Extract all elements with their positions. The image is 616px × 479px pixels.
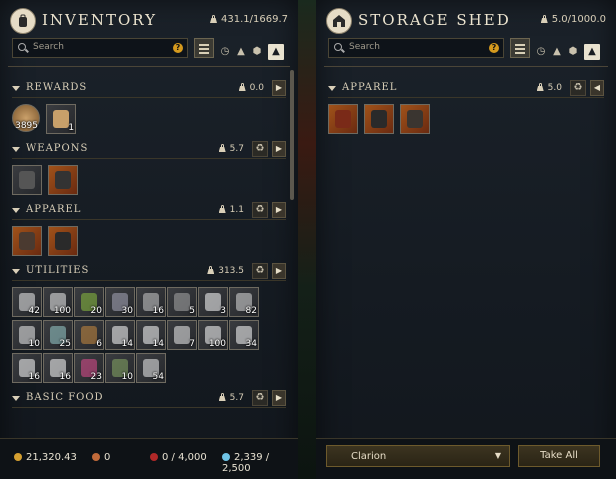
sort-time-icon[interactable]: ◷	[536, 46, 546, 57]
item-slot[interactable]: 25	[43, 320, 73, 350]
storage-panel: STORAGE SHED 5.0/1000.0 Search ? ◷ ▲ ⬢ ▲ AP…	[316, 0, 616, 479]
azoth-icon	[150, 453, 158, 461]
item-icon	[174, 326, 190, 344]
faction-token-count: 0	[92, 452, 110, 463]
sort-time-icon[interactable]: ◷	[220, 46, 230, 57]
weight-icon	[210, 15, 217, 23]
weight-icon	[541, 15, 548, 23]
item-slot[interactable]	[364, 104, 395, 134]
item-slot[interactable]: 54	[136, 353, 166, 383]
item-slot[interactable]	[328, 104, 358, 134]
item-slot[interactable]: 42	[12, 287, 42, 317]
item-slot[interactable]	[400, 104, 431, 134]
inventory-list: REWARDS 0.0 ▶ 3895 1 WEAPONS 5.7 ♻ ▶ APP…	[12, 76, 286, 408]
azoth-count: 0 / 4,000	[150, 452, 207, 463]
item-slot[interactable]: 100	[43, 287, 73, 317]
sort-tier-icon[interactable]: ▲	[584, 43, 600, 60]
help-icon[interactable]: ?	[173, 43, 183, 53]
storage-weight: 5.0/1000.0	[541, 14, 606, 25]
category-expand-button[interactable]: ▶	[272, 263, 286, 279]
location-select[interactable]: Clarion ▼	[326, 445, 510, 467]
item-slot[interactable]	[48, 165, 79, 195]
item-slot[interactable]: 16	[12, 353, 42, 383]
item-slot[interactable]: 34	[229, 320, 259, 350]
inventory-panel: INVENTORY 431.1/1669.7 Search ? ◷ ▲ ⬢ ▲ REW…	[0, 0, 298, 479]
inventory-title: INVENTORY	[42, 11, 157, 29]
category-expand-button[interactable]: ▶	[272, 202, 286, 218]
category-expand-button[interactable]: ▶	[272, 141, 286, 157]
inventory-search-input[interactable]: Search ?	[12, 38, 188, 58]
sort-gearscore-icon[interactable]: ⬢	[252, 46, 262, 57]
inventory-header: INVENTORY 431.1/1669.7	[8, 6, 290, 36]
salvage-icon[interactable]: ♻	[252, 202, 268, 218]
storage-search-input[interactable]: Search ?	[328, 38, 504, 58]
category-expand-button[interactable]: ▶	[272, 390, 286, 406]
category-rewards[interactable]: REWARDS 0.0 ▶	[12, 80, 286, 98]
sort-weight-icon[interactable]: ▲	[552, 46, 562, 57]
item-slot[interactable]	[12, 226, 42, 256]
storage-list: APPAREL 5.0 ♻ ◀	[328, 76, 604, 137]
sort-weight-icon[interactable]: ▲	[236, 46, 246, 57]
category-apparel[interactable]: APPAREL 1.1 ♻ ▶	[12, 202, 286, 220]
item-slot[interactable]: 23	[74, 353, 104, 383]
storage-header: STORAGE SHED 5.0/1000.0	[324, 6, 608, 36]
item-slot[interactable]: 7	[167, 320, 197, 350]
gem-icon	[222, 453, 230, 461]
gem-count: 2,339 / 2,500	[222, 452, 270, 474]
item-slot[interactable]: 6	[74, 320, 104, 350]
faction-token-icon	[92, 453, 100, 461]
coin-count: 21,320.43	[14, 452, 77, 463]
take-all-button[interactable]: Take All	[518, 445, 600, 467]
category-collapse-button[interactable]: ◀	[590, 80, 604, 96]
item-icon	[205, 293, 221, 311]
item-slot[interactable]: 1	[46, 104, 77, 134]
rewards-slots: 3895 1	[12, 104, 286, 137]
scrollbar[interactable]	[290, 70, 294, 200]
salvage-icon[interactable]: ♻	[252, 141, 268, 157]
category-utilities[interactable]: UTILITIES 313.5 ♻ ▶	[12, 263, 286, 281]
item-slot[interactable]: 3895	[12, 104, 40, 132]
salvage-icon[interactable]: ♻	[252, 390, 268, 406]
filter-button[interactable]	[510, 38, 530, 58]
sort-gearscore-icon[interactable]: ⬢	[568, 46, 578, 57]
item-slot[interactable]: 16	[43, 353, 73, 383]
category-expand-button[interactable]: ▶	[272, 80, 286, 96]
item-slot[interactable]: 3	[198, 287, 228, 317]
utilities-slots: 42 100 20 30 16 5 3 82 10 25 6 14 14 7 100 34 16 16 23 10 54	[12, 287, 286, 386]
item-slot[interactable]: 10	[12, 320, 42, 350]
storage-title: STORAGE SHED	[358, 11, 511, 29]
chevron-down-icon: ▼	[494, 451, 501, 460]
item-slot[interactable]: 82	[229, 287, 259, 317]
item-slot[interactable]	[48, 226, 79, 256]
background-scenery	[298, 0, 316, 479]
search-icon	[18, 43, 26, 51]
item-slot[interactable]: 14	[136, 320, 166, 350]
category-apparel[interactable]: APPAREL 5.0 ♻ ◀	[328, 80, 604, 98]
item-icon	[174, 293, 190, 311]
item-slot[interactable]: 100	[198, 320, 228, 350]
currency-bar: 21,320.43 0 0 / 4,000 2,339 / 2,500	[0, 438, 298, 479]
item-icon	[81, 326, 97, 344]
help-icon[interactable]: ?	[489, 43, 499, 53]
filter-button[interactable]	[194, 38, 214, 58]
item-slot[interactable]: 10	[105, 353, 135, 383]
salvage-icon[interactable]: ♻	[570, 80, 586, 96]
storage-footer: Clarion ▼ Take All	[316, 438, 616, 479]
item-slot[interactable]	[12, 165, 42, 195]
item-slot[interactable]: 14	[105, 320, 135, 350]
coin-icon	[14, 453, 22, 461]
item-slot[interactable]: 5	[167, 287, 197, 317]
item-slot[interactable]: 30	[105, 287, 135, 317]
inventory-weight: 431.1/1669.7	[210, 14, 288, 25]
item-slot[interactable]: 20	[74, 287, 104, 317]
salvage-icon[interactable]: ♻	[252, 263, 268, 279]
sort-tier-icon[interactable]: ▲	[268, 43, 284, 60]
item-slot[interactable]: 16	[136, 287, 166, 317]
search-icon	[334, 43, 342, 51]
category-basic-food[interactable]: BASIC FOOD 5.7 ♻ ▶	[12, 390, 286, 408]
storage-shed-icon	[326, 8, 352, 34]
category-weapons[interactable]: WEAPONS 5.7 ♻ ▶	[12, 141, 286, 159]
backpack-icon	[10, 8, 36, 34]
